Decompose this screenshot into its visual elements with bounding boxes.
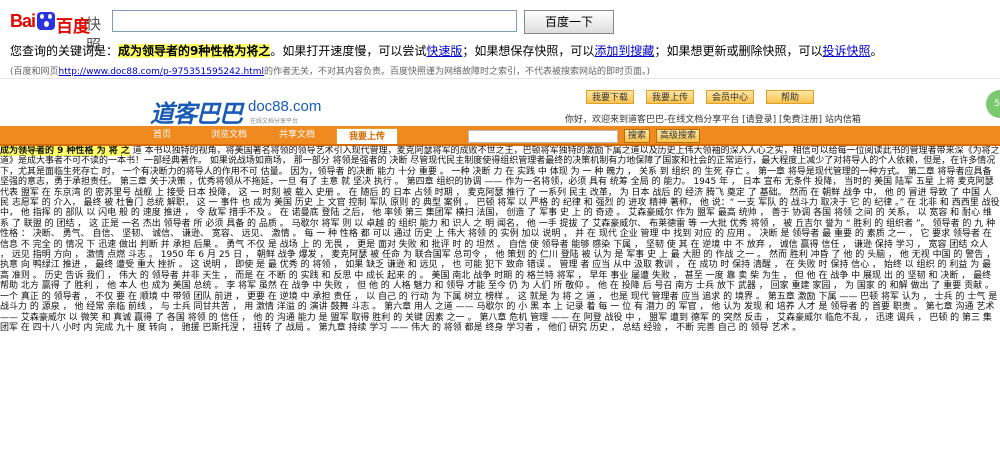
keyword-prefix: 您查询的关键词是： — [10, 44, 119, 58]
keyword-highlight: 成为领导者的9种性格为将之 — [118, 44, 271, 58]
add-favorite-link[interactable]: 添加到搜藏 — [594, 44, 654, 58]
source-prefix: (百度和网页 — [10, 67, 59, 77]
doc88-logo-cn: 道客巴巴 — [150, 100, 243, 128]
welcome-text: 你好，欢迎来到道客巴巴-在线文档分享平台 [请登录] [免费注册] 站内信箱 — [565, 115, 861, 125]
document-text: 道 本书以独特的视角，将美国著名将领的领导艺术引入现代管理，麦克阿瑟将军的成败不… — [0, 146, 1000, 333]
baidu-logo[interactable]: Bai 百度 快照 — [10, 10, 110, 54]
keyword-text: ；如果想保存快照，可以 — [462, 44, 595, 58]
doc-search-button[interactable]: 搜索 — [624, 129, 650, 143]
keyword-notice: 您查询的关键词是：成为领导者的9种性格为将之。如果打开速度慢，可以尝试快速版；如… — [10, 42, 882, 59]
baidu-logo-text: Bai — [10, 11, 36, 31]
advanced-search-button[interactable]: 高级搜索 — [656, 129, 700, 143]
upload-button[interactable]: 我要上传 — [646, 90, 694, 104]
nav-share[interactable]: 共享文档 — [266, 126, 328, 144]
doc88-logo-en: doc88.com — [248, 98, 322, 115]
nav-home[interactable]: 首页 — [135, 126, 189, 144]
baidu-search-input[interactable] — [112, 10, 517, 32]
fast-version-link[interactable]: 快速版 — [426, 44, 462, 58]
complain-snapshot-link[interactable]: 投诉快照 — [822, 44, 870, 58]
divider — [0, 78, 1000, 79]
keyword-highlight-inline: 成为领导者的 9 种性格 为 将 之 — [0, 146, 130, 156]
doc-search-input[interactable] — [468, 130, 618, 143]
download-button[interactable]: 我要下载 — [586, 90, 634, 104]
keyword-text: 。如果打开速度慢，可以尝试 — [270, 44, 427, 58]
help-button[interactable]: 帮助 — [766, 90, 814, 104]
baidu-paw-icon — [37, 12, 55, 30]
nav-upload[interactable]: 我要上传 — [336, 128, 398, 144]
side-float-badge[interactable]: 57 — [986, 90, 1000, 118]
document-body: 成为领导者的 9 种性格 为 将 之 道 本书以独特的视角，将美国著名将领的领导… — [0, 146, 1000, 449]
nav-browse[interactable]: 浏览文档 — [198, 126, 260, 144]
baidu-search-button[interactable]: 百度一下 — [524, 10, 614, 34]
doc88-logo-sub: 在线文档分享平台 — [250, 118, 299, 125]
source-disclaimer: (百度和网页http://www.doc88.com/p-97535159524… — [10, 64, 650, 77]
doc88-logo[interactable]: 道客巴巴 doc88.com 在线文档分享平台 — [150, 94, 325, 128]
baidu-logo-cn: 百度 — [56, 17, 90, 37]
source-url-link[interactable]: http://www.doc88.com/p-975351595242.html — [59, 67, 264, 77]
keyword-text: 。 — [870, 44, 883, 58]
keyword-text: ；如果想更新或删除快照，可以 — [654, 44, 823, 58]
member-center-button[interactable]: 会员中心 — [706, 90, 754, 104]
source-suffix: 的作者无关，不对其内容负责。百度快照谨为网络故障时之索引，不代表被搜索网站的即时… — [263, 67, 650, 77]
